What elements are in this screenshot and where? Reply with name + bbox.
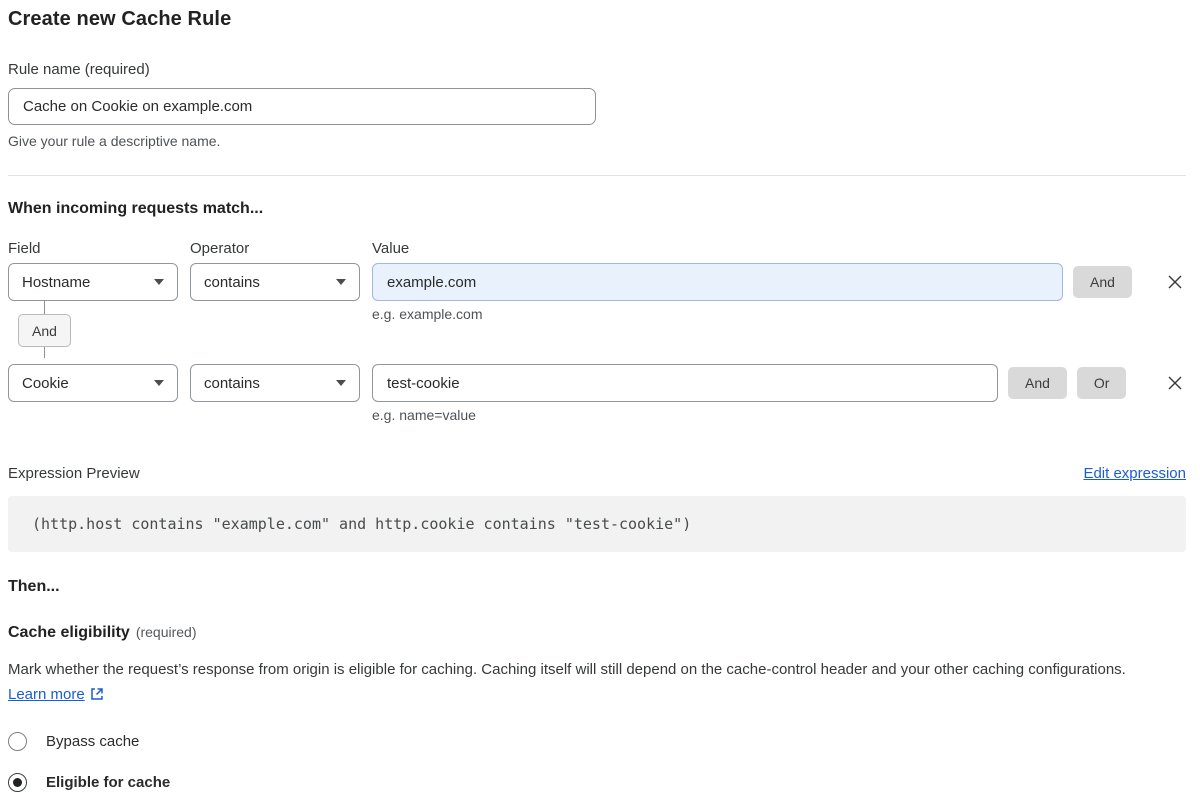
match-row-2: Cookie contains e.g. name=value And Or bbox=[8, 364, 1186, 423]
then-heading: Then... bbox=[8, 578, 1186, 596]
radio-option-bypass-cache[interactable]: Bypass cache bbox=[8, 732, 1186, 751]
radio-checked-icon[interactable] bbox=[8, 773, 27, 792]
radio-label: Eligible for cache bbox=[46, 774, 170, 791]
match-column-labels: Field Operator Value bbox=[8, 240, 1186, 257]
learn-more-link[interactable]: Learn more bbox=[8, 686, 85, 703]
section-divider bbox=[8, 175, 1186, 176]
field-select-cookie[interactable]: Cookie bbox=[8, 364, 178, 402]
radio-unchecked-icon[interactable] bbox=[8, 732, 27, 751]
value-column-label: Value bbox=[372, 240, 409, 257]
expression-header: Expression Preview Edit expression bbox=[8, 465, 1186, 482]
required-tag: (required) bbox=[136, 624, 197, 640]
operator-select-row1[interactable]: contains bbox=[190, 263, 360, 301]
close-icon bbox=[1167, 375, 1183, 391]
create-cache-rule-form: Create new Cache Rule Rule name (require… bbox=[8, 0, 1186, 792]
rule-name-help: Give your rule a descriptive name. bbox=[8, 133, 1186, 149]
description-text: Mark whether the request’s response from… bbox=[8, 661, 1126, 678]
field-select-value: Cookie bbox=[22, 375, 69, 392]
and-button-row1[interactable]: And bbox=[1073, 266, 1132, 298]
and-button-row2[interactable]: And bbox=[1008, 367, 1067, 399]
rule-name-label: Rule name (required) bbox=[8, 61, 1186, 78]
remove-row1-button[interactable] bbox=[1164, 271, 1186, 293]
field-select-hostname[interactable]: Hostname bbox=[8, 263, 178, 301]
radio-label: Bypass cache bbox=[46, 733, 139, 750]
match-heading: When incoming requests match... bbox=[8, 200, 1186, 218]
rule-name-input[interactable] bbox=[8, 88, 596, 125]
operator-select-row2[interactable]: contains bbox=[190, 364, 360, 402]
connector-and-button[interactable]: And bbox=[18, 314, 71, 347]
operator-select-value: contains bbox=[204, 274, 260, 291]
page-title: Create new Cache Rule bbox=[8, 0, 1186, 31]
remove-row2-button[interactable] bbox=[1164, 372, 1186, 394]
chevron-down-icon bbox=[154, 279, 164, 285]
value-column-row2: e.g. name=value bbox=[372, 364, 998, 423]
cache-eligibility-description: Mark whether the request’s response from… bbox=[8, 658, 1168, 708]
chevron-down-icon bbox=[336, 380, 346, 386]
chevron-down-icon bbox=[154, 380, 164, 386]
operator-select-value: contains bbox=[204, 375, 260, 392]
value-hint-row1: e.g. example.com bbox=[372, 306, 1063, 322]
chevron-down-icon bbox=[336, 279, 346, 285]
expression-preview-box: (http.host contains "example.com" and ht… bbox=[8, 496, 1186, 552]
value-input-row2[interactable] bbox=[372, 364, 998, 402]
external-link-icon bbox=[90, 687, 104, 701]
row-connector: And bbox=[8, 322, 1186, 358]
field-select-value: Hostname bbox=[22, 274, 90, 291]
cache-eligibility-heading: Cache eligibility (required) bbox=[8, 624, 1186, 642]
operator-column-label: Operator bbox=[190, 240, 360, 257]
value-hint-row2: e.g. name=value bbox=[372, 407, 998, 423]
match-row-1: Hostname contains e.g. example.com And bbox=[8, 263, 1186, 322]
value-input-row1[interactable] bbox=[372, 263, 1063, 301]
close-icon bbox=[1167, 274, 1183, 290]
edit-expression-link[interactable]: Edit expression bbox=[1083, 465, 1186, 482]
radio-option-eligible-for-cache[interactable]: Eligible for cache bbox=[8, 773, 1186, 792]
field-column-label: Field bbox=[8, 240, 178, 257]
or-button-row2[interactable]: Or bbox=[1077, 367, 1127, 399]
value-column-row1: e.g. example.com bbox=[372, 263, 1063, 322]
expression-preview-label: Expression Preview bbox=[8, 465, 140, 482]
cache-eligibility-title: Cache eligibility bbox=[8, 624, 130, 641]
